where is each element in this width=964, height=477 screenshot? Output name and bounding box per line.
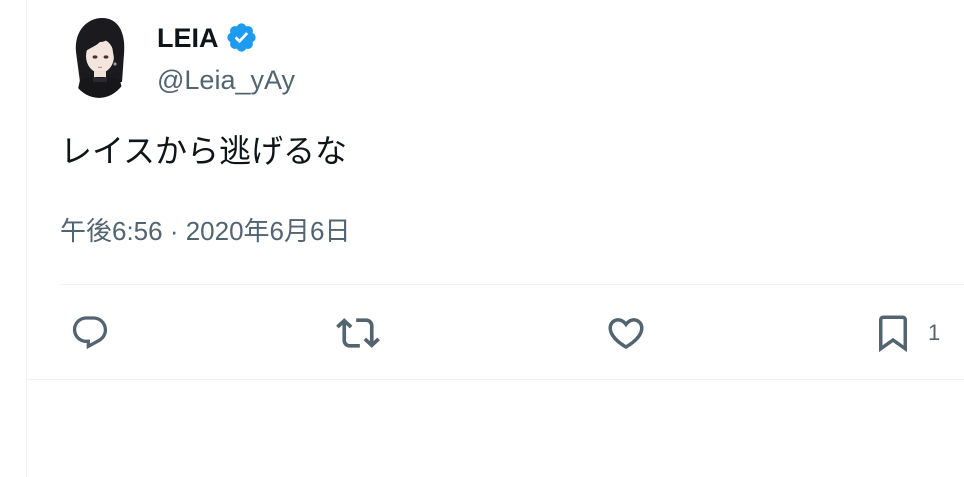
like-button[interactable]: [605, 308, 647, 358]
action-bar: 1: [60, 308, 964, 358]
tweet-page: LEIA @Leia_yAy レイスから逃げるな 午後6:56 · 2020年6…: [0, 0, 964, 477]
column-border: [26, 0, 27, 477]
avatar[interactable]: [66, 12, 132, 98]
avatar-image: [66, 12, 132, 98]
handle[interactable]: @Leia_yAy: [157, 62, 295, 98]
timestamp[interactable]: 午後6:56 · 2020年6月6日: [60, 214, 350, 248]
heart-icon: [608, 318, 644, 350]
verified-badge-icon: [227, 23, 256, 52]
tweet-detail: LEIA @Leia_yAy レイスから逃げるな 午後6:56 · 2020年6…: [60, 0, 964, 380]
bookmark-button[interactable]: 1: [872, 308, 940, 358]
bottom-divider: [26, 379, 964, 380]
bookmark-count: 1: [928, 320, 941, 345]
retweet-button[interactable]: [336, 308, 380, 358]
reply-button[interactable]: [70, 308, 110, 358]
display-name[interactable]: LEIA: [157, 20, 219, 56]
reply-icon: [72, 316, 108, 350]
bookmark-icon: [879, 315, 907, 353]
divider: [60, 284, 964, 285]
retweet-icon: [336, 318, 380, 348]
tweet-text: レイスから逃げるな: [60, 133, 348, 169]
